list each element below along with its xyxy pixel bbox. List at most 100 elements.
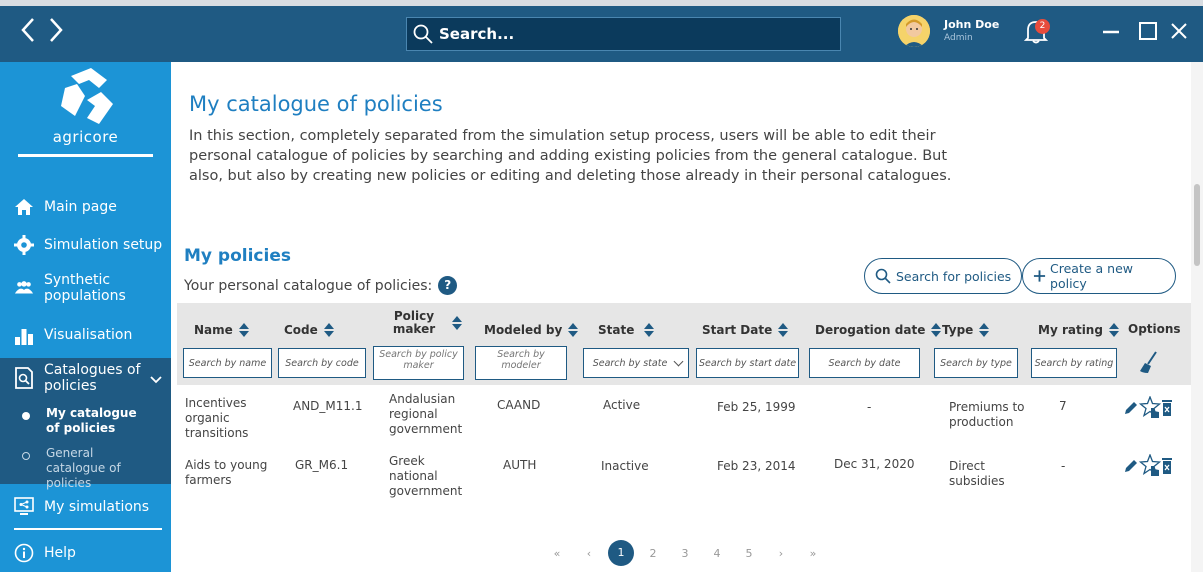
sidebar-item-simulation-setup[interactable]: Simulation setup bbox=[0, 232, 171, 258]
filter-policy-maker[interactable] bbox=[373, 346, 464, 380]
cell-modeled-by: CAAND bbox=[497, 398, 541, 412]
logo-text: agricore bbox=[52, 128, 119, 146]
create-new-policy-button[interactable]: Create a new policy bbox=[1022, 258, 1176, 294]
sidebar-item-my-simulations[interactable]: My simulations bbox=[0, 494, 171, 520]
sidebar-subitem-label: My catalogue of policies bbox=[46, 406, 137, 435]
column-header-label: Name bbox=[194, 322, 233, 337]
sidebar-item-help[interactable]: Help bbox=[0, 540, 171, 566]
column-header-label: My rating bbox=[1038, 322, 1103, 337]
filter-state-select[interactable] bbox=[583, 348, 689, 378]
sidebar-item-main-page[interactable]: Main page bbox=[0, 194, 171, 220]
pagination-page-current[interactable]: 1 bbox=[608, 540, 634, 566]
avatar[interactable] bbox=[898, 15, 930, 47]
column-header-name[interactable]: Name bbox=[194, 323, 249, 337]
filter-derogation-date[interactable] bbox=[809, 348, 920, 378]
sort-icon[interactable] bbox=[568, 323, 579, 337]
search-icon bbox=[875, 268, 891, 284]
sort-icon[interactable] bbox=[778, 323, 789, 337]
column-header-label: Type bbox=[942, 322, 974, 337]
filter-state-input[interactable] bbox=[584, 349, 688, 377]
table-row[interactable]: Aids to young farmers GR_M6.1 Greek nati… bbox=[177, 453, 1191, 520]
sidebar-item-visualisation[interactable]: Visualisation bbox=[0, 322, 171, 348]
column-header-my-rating[interactable]: My rating bbox=[1038, 323, 1119, 337]
global-search-input[interactable] bbox=[439, 25, 819, 43]
info-icon bbox=[14, 543, 34, 563]
column-header-type[interactable]: Type bbox=[942, 322, 990, 337]
maximize-icon[interactable] bbox=[1138, 21, 1158, 45]
filter-type-input[interactable] bbox=[935, 349, 1017, 377]
vertical-scrollbar[interactable] bbox=[1191, 62, 1203, 572]
help-question-icon[interactable]: ? bbox=[438, 276, 458, 295]
user-role: Admin bbox=[944, 33, 973, 43]
forward-arrow-icon[interactable] bbox=[48, 17, 64, 49]
cell-name: Incentives organic transitions bbox=[185, 396, 249, 440]
cell-my-rating: 7 bbox=[1059, 399, 1067, 413]
search-icon bbox=[413, 24, 433, 44]
sidebar-subitem-general-catalogue[interactable]: General catalogue of policies bbox=[0, 446, 171, 491]
cell-state: Inactive bbox=[601, 459, 649, 473]
sidebar-item-catalogues-of-policies[interactable]: Catalogues of policies bbox=[0, 358, 171, 398]
pagination-first[interactable]: « bbox=[541, 547, 573, 560]
user-name: John Doe bbox=[944, 18, 1000, 31]
filter-start-date-input[interactable] bbox=[697, 349, 798, 377]
delete-trash-icon[interactable] bbox=[1161, 457, 1173, 479]
pagination-last[interactable]: » bbox=[797, 547, 829, 560]
clear-filters-broom-icon[interactable] bbox=[1139, 351, 1159, 379]
global-search[interactable] bbox=[406, 17, 841, 51]
pagination-page[interactable]: 2 bbox=[637, 547, 669, 560]
sidebar-item-label: Simulation setup bbox=[44, 237, 163, 253]
edit-pencil-icon[interactable] bbox=[1123, 399, 1139, 421]
filter-modeled-by-input[interactable] bbox=[476, 347, 566, 379]
pagination-prev[interactable]: ‹ bbox=[573, 547, 605, 560]
filter-type[interactable] bbox=[934, 348, 1018, 378]
filter-code-input[interactable] bbox=[279, 349, 365, 377]
pagination-page[interactable]: 4 bbox=[701, 547, 733, 560]
column-header-code[interactable]: Code bbox=[284, 323, 334, 337]
filter-derogation-date-input[interactable] bbox=[810, 349, 919, 377]
sort-icon[interactable] bbox=[1108, 323, 1119, 337]
cell-derogation-date: - bbox=[867, 400, 872, 414]
column-header-derogation-date[interactable]: Derogation date bbox=[815, 323, 942, 337]
column-header-modeled-by[interactable]: Modeled by bbox=[484, 323, 579, 337]
cell-modeled-by: AUTH bbox=[503, 458, 537, 472]
sidebar-item-label: Visualisation bbox=[44, 327, 133, 343]
rate-star-icon[interactable] bbox=[1138, 453, 1162, 482]
sidebar-item-synthetic-populations[interactable]: Synthetic populations bbox=[0, 268, 171, 308]
filter-policy-maker-input[interactable] bbox=[374, 347, 463, 379]
filter-code[interactable] bbox=[278, 348, 366, 378]
delete-trash-icon[interactable] bbox=[1161, 399, 1173, 421]
column-header-policy-maker[interactable]: Policy maker bbox=[390, 310, 462, 336]
column-header-label: Options bbox=[1128, 322, 1181, 336]
filter-modeled-by[interactable] bbox=[475, 346, 567, 380]
search-for-policies-button[interactable]: Search for policies bbox=[864, 258, 1023, 294]
minimize-icon[interactable] bbox=[1102, 21, 1120, 45]
agricore-logo-icon bbox=[61, 68, 113, 124]
sort-icon[interactable] bbox=[323, 323, 334, 337]
sort-icon[interactable] bbox=[238, 323, 249, 337]
filter-my-rating-input[interactable] bbox=[1032, 349, 1116, 377]
edit-pencil-icon[interactable] bbox=[1123, 457, 1139, 479]
scrollbar-thumb[interactable] bbox=[1194, 184, 1200, 266]
rate-star-icon[interactable] bbox=[1138, 395, 1162, 424]
pagination-page[interactable]: 3 bbox=[669, 547, 701, 560]
filter-start-date[interactable] bbox=[696, 348, 799, 378]
table-row[interactable]: Incentives organic transitions AND_M11.1… bbox=[177, 392, 1191, 458]
sort-icon[interactable] bbox=[644, 323, 655, 337]
sort-icon[interactable] bbox=[931, 323, 942, 337]
cell-type: Direct subsidies bbox=[949, 459, 1005, 488]
filter-name[interactable] bbox=[183, 348, 272, 378]
sort-icon[interactable] bbox=[452, 316, 462, 330]
pagination-next[interactable]: › bbox=[765, 547, 797, 560]
close-icon[interactable] bbox=[1170, 21, 1188, 45]
sidebar-subitem-my-catalogue[interactable]: My catalogue of policies bbox=[0, 406, 171, 436]
sort-icon[interactable] bbox=[979, 323, 990, 337]
active-dot-icon bbox=[22, 412, 30, 420]
bar-chart-icon bbox=[14, 325, 34, 345]
filter-my-rating[interactable] bbox=[1031, 348, 1117, 378]
pagination-page[interactable]: 5 bbox=[733, 547, 765, 560]
column-header-start-date[interactable]: Start Date bbox=[702, 323, 789, 337]
search-for-policies-label: Search for policies bbox=[896, 268, 1012, 284]
filter-name-input[interactable] bbox=[184, 349, 271, 377]
back-arrow-icon[interactable] bbox=[20, 17, 36, 49]
column-header-state[interactable]: State bbox=[598, 323, 655, 337]
